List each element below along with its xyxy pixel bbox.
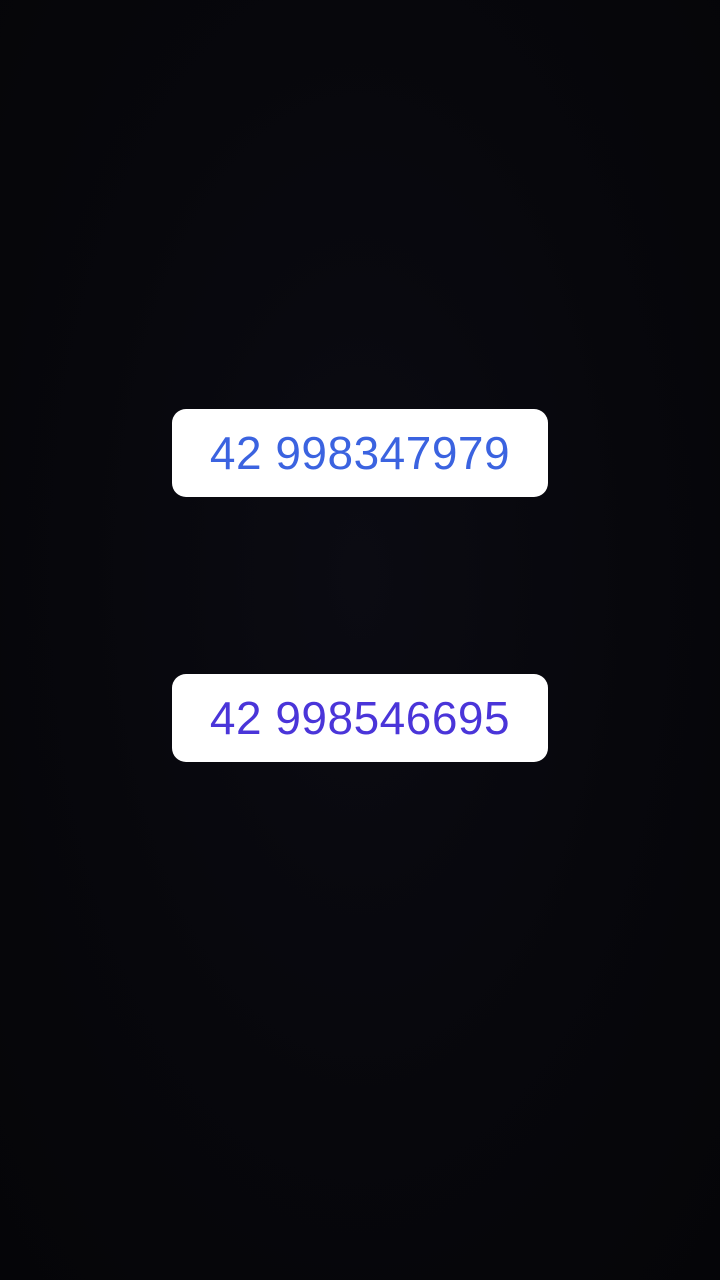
phone-number-text[interactable]: 42 998347979: [210, 430, 510, 476]
phone-number-text[interactable]: 42 998546695: [210, 695, 510, 741]
phone-number-sticker[interactable]: 42 998347979: [172, 409, 548, 497]
phone-number-sticker[interactable]: 42 998546695: [172, 674, 548, 762]
story-background: 42 998347979 42 998546695: [0, 0, 720, 1280]
